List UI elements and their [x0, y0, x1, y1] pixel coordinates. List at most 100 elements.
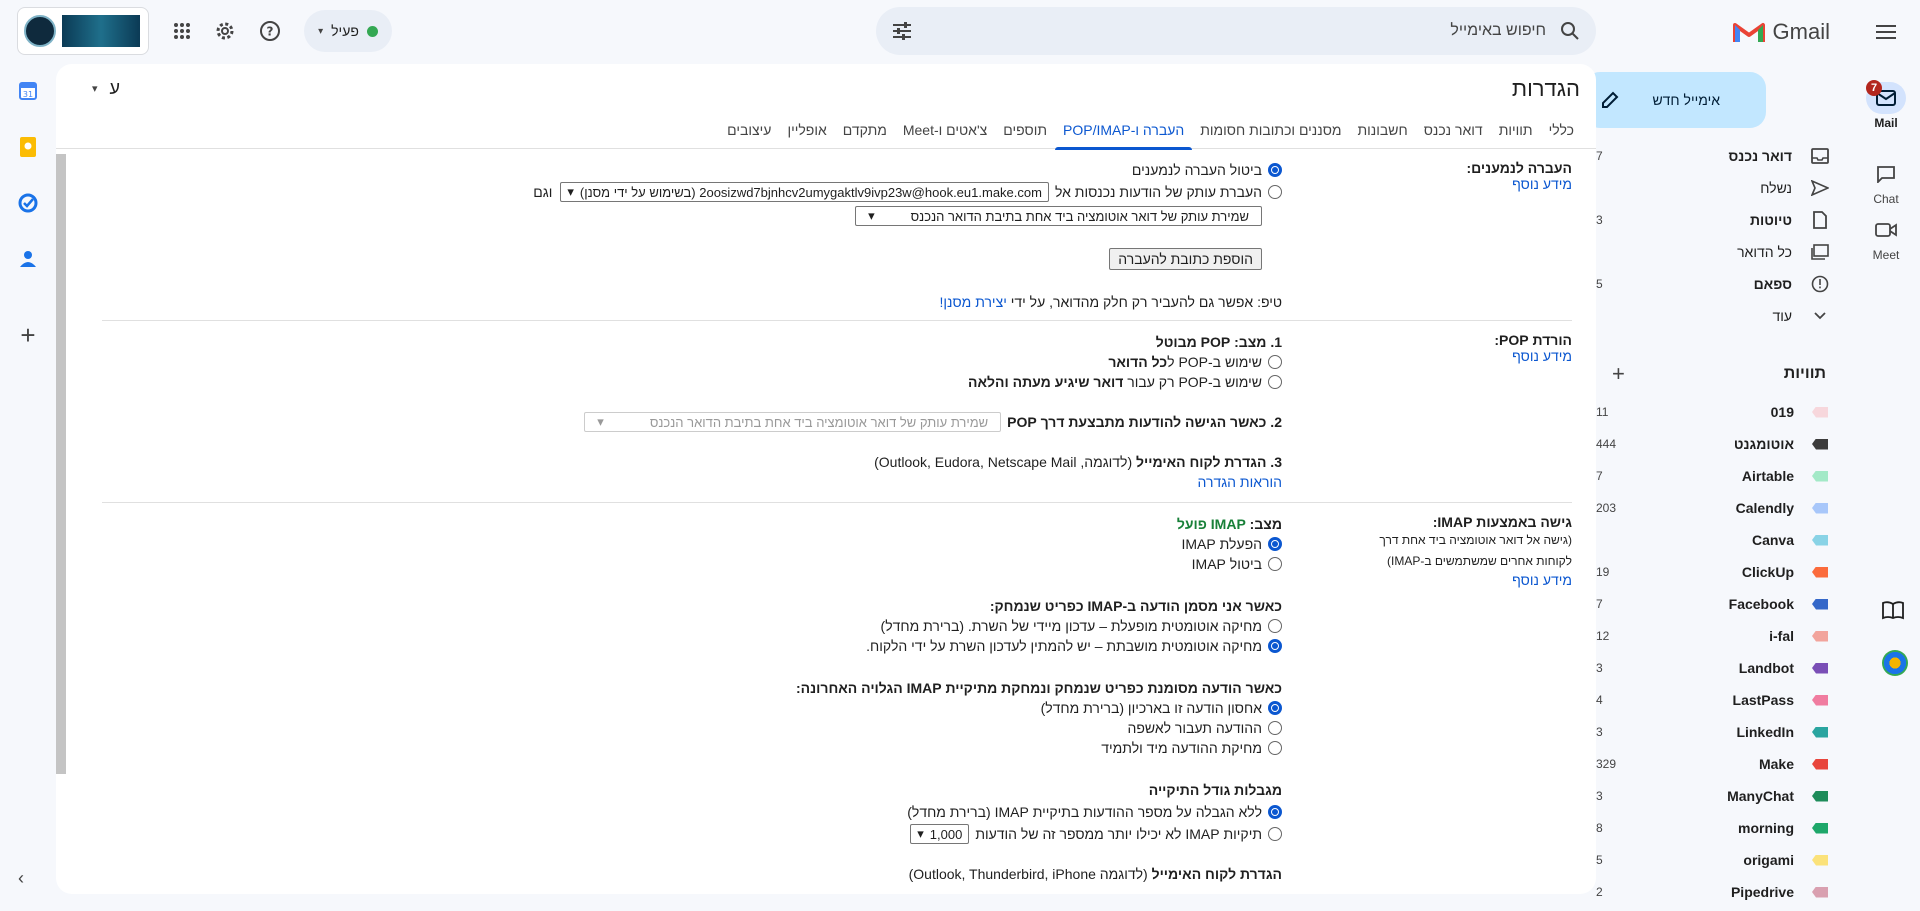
radio-selected[interactable] — [1268, 805, 1282, 819]
pop-setup-instructions-link[interactable]: הוראות הגדרה — [1198, 474, 1282, 490]
imap-disable-label: ביטול IMAP — [1191, 556, 1262, 572]
create-filter-link[interactable]: יצירת מסנן! — [940, 294, 1007, 310]
radio-unselected[interactable] — [1268, 619, 1282, 633]
settings-tab-7[interactable]: צ'אטים ו-Meet — [895, 111, 995, 149]
radio-selected[interactable] — [1268, 701, 1282, 715]
side-extension-button[interactable] — [1882, 650, 1908, 676]
settings-button[interactable] — [205, 11, 245, 51]
label-item[interactable]: i-fal 12 — [1596, 620, 1852, 652]
no-limit-option[interactable]: ללא הגבלה על מספר ההודעות בתיקיית IMAP (… — [907, 804, 1282, 820]
nav-item-0[interactable]: דואר נכנס 7 — [1596, 140, 1852, 172]
contacts-app-button[interactable] — [0, 231, 56, 287]
settings-tab-2[interactable]: דואר נכנס — [1416, 111, 1491, 149]
compose-button[interactable]: אימייל חדש — [1584, 72, 1766, 128]
nav-item-5[interactable]: עוד — [1596, 300, 1852, 332]
settings-tab-6[interactable]: תוספים — [995, 111, 1055, 149]
label-item[interactable]: morning 8 — [1596, 812, 1852, 844]
limit-select[interactable]: 1,000 ▾ — [910, 824, 970, 844]
label-item[interactable]: 019 11 — [1596, 396, 1852, 428]
settings-tab-4[interactable]: מסננים וכתובות חסומות — [1192, 111, 1349, 149]
imap-learn-more-link[interactable]: מידע נוסף — [1342, 572, 1572, 588]
search-input[interactable] — [926, 22, 1546, 40]
imap-enable-option[interactable]: הפעלת IMAP — [1182, 536, 1282, 552]
rail-meet[interactable]: Meet — [1852, 214, 1920, 262]
radio-selected[interactable] — [1268, 163, 1282, 177]
archive-option[interactable]: אחסון הודעה זו בארכיון (ברירת מחדל) — [1041, 700, 1282, 716]
limit-option[interactable]: תיקיות IMAP לא יכילו יותר ממספר זה של הו… — [910, 824, 1282, 844]
get-addons-button[interactable]: + — [0, 307, 56, 363]
nav-item-2[interactable]: טיוטות 3 — [1596, 204, 1852, 236]
nav-item-1[interactable]: נשלח — [1596, 172, 1852, 204]
radio-unselected[interactable] — [1268, 375, 1282, 389]
forwarding-disable-option[interactable]: ביטול העברה לנמענים — [1132, 162, 1282, 178]
pop-new-option[interactable]: שימוש ב-POP רק עבור דואר שיגיע מעתה והלא… — [968, 374, 1282, 390]
settings-tab-9[interactable]: אופליין — [779, 111, 834, 149]
label-item[interactable]: ClickUp 19 — [1596, 556, 1852, 588]
label-item[interactable]: Calendly 203 — [1596, 492, 1852, 524]
settings-tab-8[interactable]: מתקדם — [835, 111, 895, 149]
scrollbar[interactable] — [56, 154, 66, 774]
nav-item-4[interactable]: ספאם 5 — [1596, 268, 1852, 300]
calendar-app-button[interactable]: 31 — [0, 63, 56, 119]
forwarding-enable-option[interactable]: העברת עותק של הודעות נכנסות אל 2oosizwd7… — [533, 182, 1282, 202]
label-item[interactable]: LastPass 4 — [1596, 684, 1852, 716]
imap-disable-option[interactable]: ביטול IMAP — [1192, 556, 1282, 572]
status-button[interactable]: פעיל ▾ — [304, 10, 392, 52]
rail-chat[interactable]: Chat — [1852, 158, 1920, 206]
nav-item-3[interactable]: כל הדואר — [1596, 236, 1852, 268]
account-button[interactable] — [17, 7, 149, 55]
label-item[interactable]: Canva — [1596, 524, 1852, 556]
auto-expunge-on-label: מחיקה אוטומטית מופעלת – עדכון מיידי של ה… — [880, 618, 1262, 634]
add-forwarding-address-button[interactable]: הוספת כתובת להעברה — [1109, 248, 1262, 270]
search-bar[interactable] — [876, 7, 1596, 55]
pop-client-row: 3. הגדרת לקוח האימייל (לדוגמה, Outlook, … — [874, 454, 1282, 470]
forward-keep-select[interactable]: שמירת עותק של דואר אוטומציה ביד אחת בתיב… — [855, 206, 1262, 226]
settings-tab-1[interactable]: תוויות — [1491, 111, 1541, 149]
radio-unselected[interactable] — [1268, 355, 1282, 369]
label-item[interactable]: LinkedIn 3 — [1596, 716, 1852, 748]
delete-forever-option[interactable]: מחיקת ההודעה מיד ולתמיד — [1101, 740, 1282, 756]
help-button[interactable]: ? — [250, 11, 290, 51]
side-book-button[interactable] — [1882, 600, 1906, 624]
pop-access-select[interactable]: שמירת עותק של דואר אוטומציה ביד אחת בתיב… — [584, 412, 1002, 432]
settings-tab-0[interactable]: כללי — [1541, 111, 1582, 149]
label-item[interactable]: Airtable 7 — [1596, 460, 1852, 492]
label-item[interactable]: אוטומגנט 444 — [1596, 428, 1852, 460]
gmail-logo[interactable]: Gmail — [1732, 14, 1830, 50]
radio-unselected[interactable] — [1268, 557, 1282, 571]
apps-button[interactable] — [162, 11, 202, 51]
trash-option[interactable]: ההודעה תעבור לאשפה — [1127, 720, 1282, 736]
radio-selected[interactable] — [1268, 639, 1282, 653]
radio-unselected[interactable] — [1268, 827, 1282, 841]
radio-unselected[interactable] — [1268, 741, 1282, 755]
auto-expunge-on-option[interactable]: מחיקה אוטומטית מופעלת – עדכון מיידי של ה… — [881, 618, 1282, 634]
keep-app-button[interactable] — [0, 119, 56, 175]
settings-tab-10[interactable]: עיצובים — [719, 111, 779, 149]
label-tag-icon — [1812, 631, 1828, 642]
input-tools-button[interactable]: ע ▾ — [92, 78, 120, 99]
rail-mail[interactable]: 7 Mail — [1852, 80, 1920, 130]
label-item[interactable]: ManyChat 3 — [1596, 780, 1852, 812]
collapse-panel-button[interactable]: ‹ — [18, 868, 24, 889]
search-icon[interactable] — [1560, 21, 1580, 41]
label-item[interactable]: Make 329 — [1596, 748, 1852, 780]
search-options-icon[interactable] — [892, 22, 912, 40]
forward-address-select[interactable]: 2oosizwd7bjnhcv2umygaktlv9ivp23w@hook.eu… — [560, 182, 1049, 202]
forwarding-learn-more-link[interactable]: מידע נוסף — [1342, 176, 1572, 192]
auto-expunge-off-option[interactable]: מחיקה אוטומטית מושבתת – יש להמתין לעדכון… — [866, 638, 1282, 654]
radio-unselected[interactable] — [1268, 185, 1282, 199]
radio-unselected[interactable] — [1268, 721, 1282, 735]
main-menu-button[interactable] — [1866, 16, 1906, 48]
label-item[interactable]: Facebook 7 — [1596, 588, 1852, 620]
add-label-button[interactable]: + — [1612, 361, 1625, 387]
label-tag-icon — [1812, 855, 1828, 866]
radio-selected[interactable] — [1268, 537, 1282, 551]
pop-learn-more-link[interactable]: מידע נוסף — [1342, 348, 1572, 364]
label-item[interactable]: Landbot 3 — [1596, 652, 1852, 684]
label-item[interactable]: Pipedrive 2 — [1596, 876, 1852, 908]
label-item[interactable]: origami 5 — [1596, 844, 1852, 876]
tasks-app-button[interactable] — [0, 175, 56, 231]
pop-all-option[interactable]: שימוש ב-POP ל כל הדואר — [1108, 354, 1282, 370]
settings-tab-3[interactable]: חשבונות — [1350, 111, 1416, 149]
settings-tab-5[interactable]: העברה ו-POP/IMAP — [1055, 111, 1193, 150]
